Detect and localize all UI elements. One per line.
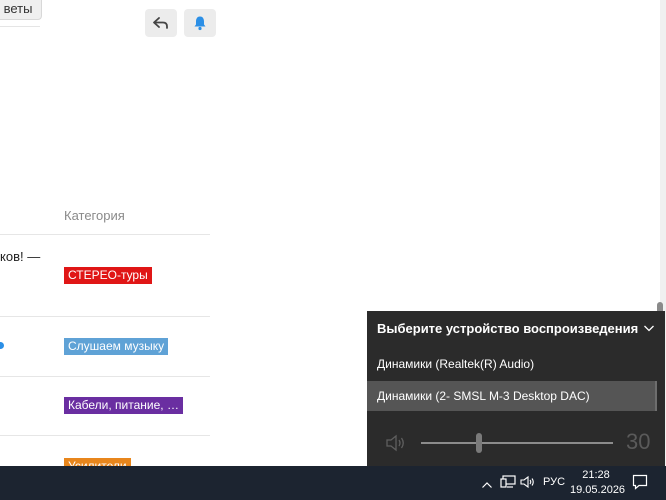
volume-button[interactable]	[520, 475, 536, 494]
divider	[0, 26, 40, 27]
subscribe-button[interactable]	[184, 9, 216, 37]
unread-indicator	[0, 342, 4, 349]
volume-slider-track[interactable]	[421, 442, 613, 444]
reply-icon	[153, 17, 168, 29]
volume-flyout: Выберите устройство воспроизведения Дина…	[367, 311, 665, 466]
collapse-button[interactable]	[643, 321, 655, 339]
chevron-up-icon	[482, 482, 492, 488]
language-indicator[interactable]: РУС	[543, 476, 565, 488]
clock-date[interactable]: 19.05.2026	[570, 484, 625, 496]
playback-device-option[interactable]: Динамики (Realtek(R) Audio)	[367, 349, 655, 379]
chevron-down-icon	[644, 325, 654, 332]
divider	[0, 234, 210, 235]
taskbar: РУС 21:28 19.05.2026	[0, 466, 666, 500]
flyout-title: Выберите устройство воспроизведения	[377, 321, 639, 336]
category-tag[interactable]: Слушаем музыку	[64, 338, 169, 355]
category-tag[interactable]: Кабели, питание, …	[64, 397, 183, 414]
volume-slider-thumb[interactable]	[475, 433, 482, 453]
network-icon	[500, 475, 516, 488]
category-tag[interactable]: Усилители	[64, 458, 131, 466]
clock-time[interactable]: 21:28	[573, 469, 619, 481]
bell-icon	[194, 16, 206, 31]
action-center-button[interactable]	[632, 474, 648, 495]
volume-icon	[520, 475, 534, 489]
answers-button[interactable]: веты	[0, 0, 42, 20]
speaker-icon[interactable]	[385, 434, 407, 457]
playback-device-option-selected[interactable]: Динамики (2- SMSL M-3 Desktop DAC)	[367, 381, 657, 411]
notification-icon	[632, 474, 648, 490]
reply-button[interactable]	[145, 9, 177, 37]
network-button[interactable]	[500, 475, 516, 494]
volume-value: 30	[626, 429, 651, 454]
divider	[0, 316, 210, 317]
divider	[0, 435, 210, 436]
category-column-header: Категория	[64, 208, 125, 223]
show-hidden-icons-button[interactable]	[481, 477, 493, 495]
divider	[0, 376, 210, 377]
topic-title[interactable]: ков! —	[0, 249, 40, 264]
category-tag[interactable]: СТЕРЕО-туры	[64, 267, 152, 284]
